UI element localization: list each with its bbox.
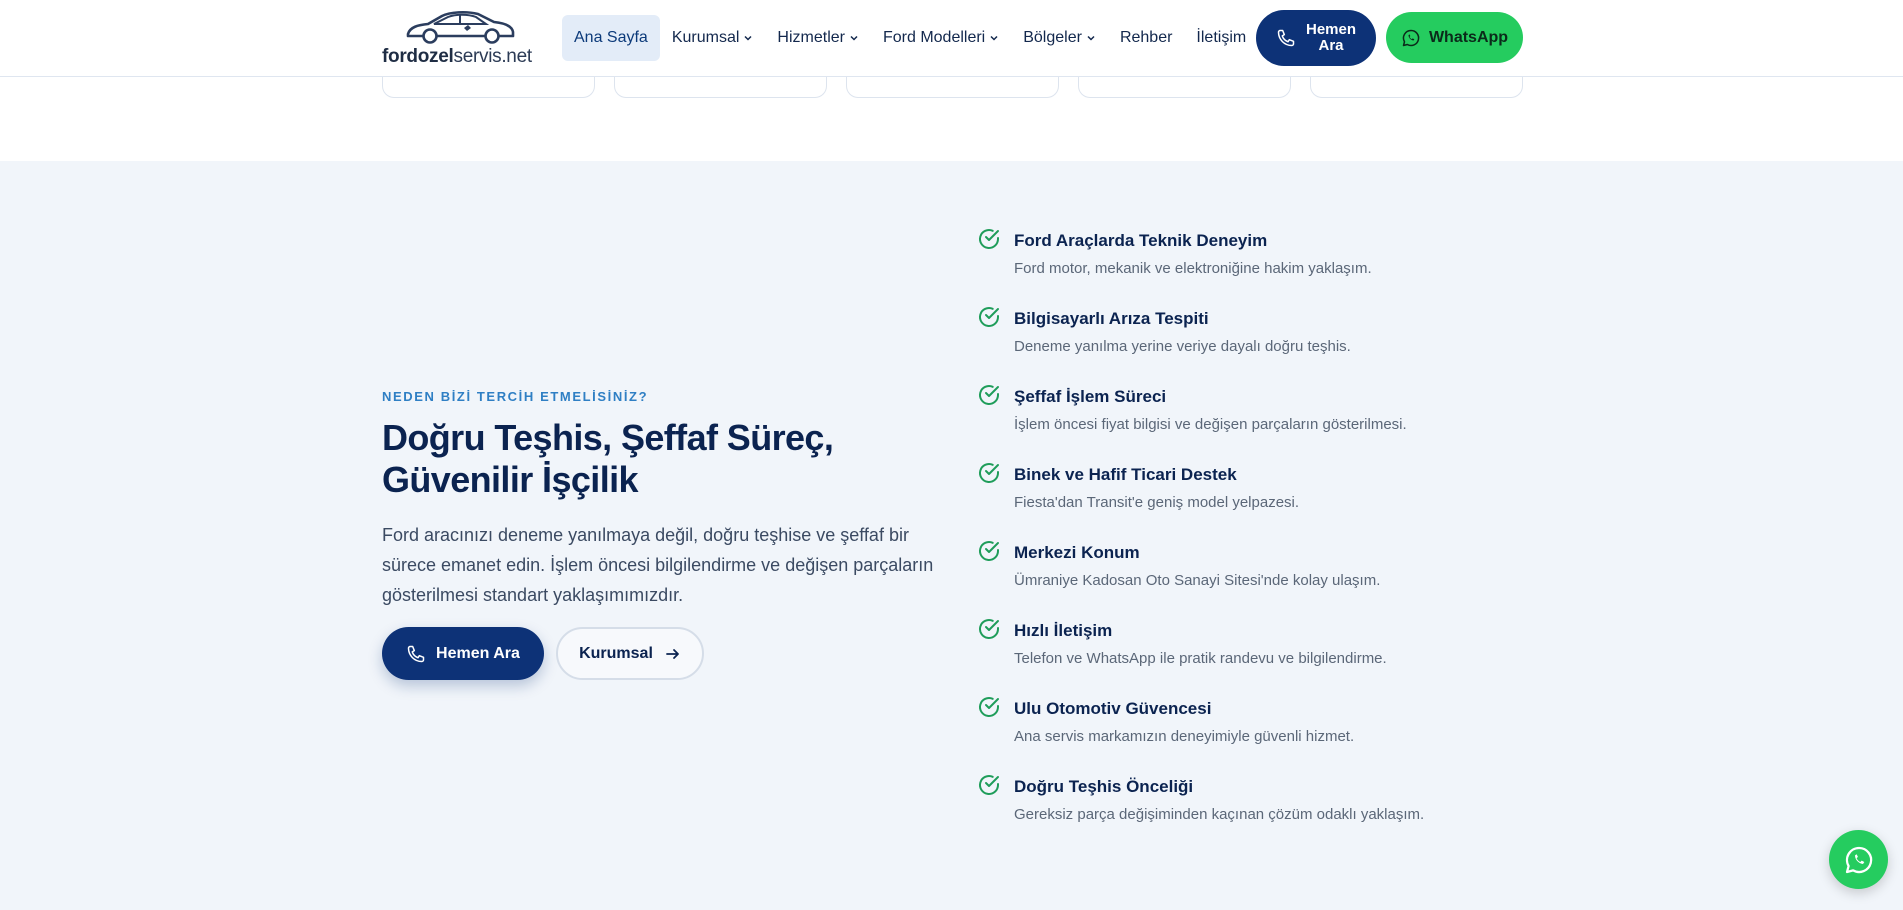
nav-item-ana-sayfa[interactable]: Ana Sayfa (562, 15, 660, 61)
feature-item: Bilgisayarlı Arıza Tespiti Deneme yanılm… (977, 305, 1537, 383)
feature-item: Ulu Otomotiv Güvencesi Ana servis markam… (977, 695, 1537, 773)
feature-item: Merkezi Konum Ümraniye Kadosan Oto Sanay… (977, 539, 1537, 617)
logo-tld: .net (501, 46, 532, 67)
feature-desc: Gereksiz parça değişiminden kaçınan çözü… (1014, 806, 1425, 823)
call-label-line2: Ara (1318, 37, 1344, 54)
nav-item-rehber[interactable]: Rehber (1108, 15, 1184, 61)
feature-title: Hızlı İletişim (1014, 621, 1113, 640)
nav-item-iletisim[interactable]: İletişim (1184, 15, 1258, 61)
nav-label: Hizmetler (777, 29, 845, 46)
check-circle-icon (979, 307, 999, 327)
phone-icon (1277, 29, 1295, 47)
chevron-down-icon (744, 35, 752, 41)
header-whatsapp-label: WhatsApp (1428, 28, 1509, 46)
header-call-label: Hemen Ara (1306, 22, 1356, 54)
feature-desc: Ana servis markamızın deneyimiyle güvenl… (1014, 728, 1355, 745)
feature-title: Bilgisayarlı Arıza Tespiti (1014, 309, 1209, 328)
phone-icon (407, 645, 425, 662)
nav-item-bolgeler[interactable]: Bölgeler (1011, 15, 1108, 61)
check-circle-icon (979, 697, 999, 717)
chevron-down-icon (990, 35, 998, 41)
feature-title: Ford Araçlarda Teknik Deneyim (1014, 231, 1268, 250)
feature-item: Hızlı İletişim Telefon ve WhatsApp ile p… (977, 617, 1537, 695)
section-eyebrow: NEDEN BİZİ TERCİH ETMELİSİNİZ? (382, 389, 649, 404)
feature-desc: Deneme yanılma yerine veriye dayalı doğr… (1014, 338, 1351, 355)
header-whatsapp-button[interactable]: WhatsApp (1386, 12, 1523, 63)
main-nav: Ana Sayfa Kurumsal Hizmetler Ford Modell… (562, 15, 1258, 61)
feature-desc: Ford motor, mekanik ve elektroniğine hak… (1014, 260, 1372, 277)
feature-desc: Ümraniye Kadosan Oto Sanayi Sitesi'nde k… (1014, 572, 1381, 589)
logo-bold: fordozel (382, 46, 454, 67)
header-call-button[interactable]: Hemen Ara (1256, 10, 1376, 66)
feature-desc: İşlem öncesi fiyat bilgisi ve değişen pa… (1014, 416, 1407, 433)
check-circle-icon (979, 541, 999, 561)
check-circle-icon (979, 775, 999, 795)
check-circle-icon (979, 229, 999, 249)
feature-title: Binek ve Hafif Ticari Destek (1014, 465, 1237, 484)
feature-title: Doğru Teşhis Önceliği (1014, 777, 1194, 796)
check-circle-icon (979, 619, 999, 639)
nav-item-ford-modelleri[interactable]: Ford Modelleri (871, 15, 1011, 61)
nav-label: Kurumsal (671, 29, 740, 46)
feature-item: Binek ve Hafif Ticari Destek Fiesta'dan … (977, 461, 1537, 539)
feature-item: Ford Araçlarda Teknik Deneyim Ford motor… (977, 227, 1537, 305)
feature-item: Doğru Teşhis Önceliği Gereksiz parça değ… (977, 773, 1537, 851)
feature-item: Şeffaf İşlem Süreci İşlem öncesi fiyat b… (977, 383, 1537, 461)
feature-list: Ford Araçlarda Teknik Deneyim Ford motor… (977, 227, 1537, 851)
feature-desc: Fiesta'dan Transit'e geniş model yelpaze… (1014, 494, 1300, 511)
whatsapp-icon (1845, 846, 1872, 873)
nav-item-hizmetler[interactable]: Hizmetler (765, 15, 871, 61)
check-circle-icon (979, 463, 999, 483)
nav-item-kurumsal[interactable]: Kurumsal (660, 15, 766, 61)
section-title: Doğru Teşhis, Şeffaf Süreç, Güvenilir İş… (382, 417, 834, 500)
floating-whatsapp-button[interactable] (1829, 830, 1888, 889)
check-circle-icon (979, 385, 999, 405)
car-logo-icon (406, 10, 515, 44)
site-logo[interactable]: fordozelservis.net (382, 10, 544, 68)
nav-label: Ford Modelleri (882, 29, 986, 46)
whatsapp-icon (1402, 29, 1420, 46)
feature-title: Merkezi Konum (1014, 543, 1140, 562)
arrow-right-icon (665, 648, 679, 659)
chevron-down-icon (850, 35, 858, 41)
nav-label: Ana Sayfa (574, 29, 648, 46)
feature-title: Şeffaf İşlem Süreci (1014, 387, 1167, 406)
nav-label: Rehber (1119, 29, 1173, 46)
nav-label: İletişim (1196, 29, 1247, 46)
nav-label: Bölgeler (1023, 29, 1082, 46)
kurumsal-label: Kurumsal (579, 644, 653, 662)
site-header: fordozelservis.net Ana Sayfa Kurumsal Hi… (0, 0, 1903, 77)
logo-light: servis (453, 46, 502, 67)
kurumsal-button[interactable]: Kurumsal (556, 627, 704, 680)
feature-title: Ulu Otomotiv Güvencesi (1014, 699, 1212, 718)
call-now-button[interactable]: Hemen Ara (382, 627, 544, 680)
chevron-down-icon (1087, 35, 1095, 41)
logo-wordmark: fordozelservis.net (382, 46, 532, 68)
section-lead: Ford aracınızı deneme yanılmaya değil, d… (382, 525, 934, 605)
why-choose-us-section: NEDEN BİZİ TERCİH ETMELİSİNİZ? Doğru Teş… (0, 161, 1903, 910)
call-label-line1: Hemen (1305, 21, 1357, 38)
call-now-label: Hemen Ara (436, 644, 520, 662)
feature-desc: Telefon ve WhatsApp ile pratik randevu v… (1014, 650, 1387, 667)
